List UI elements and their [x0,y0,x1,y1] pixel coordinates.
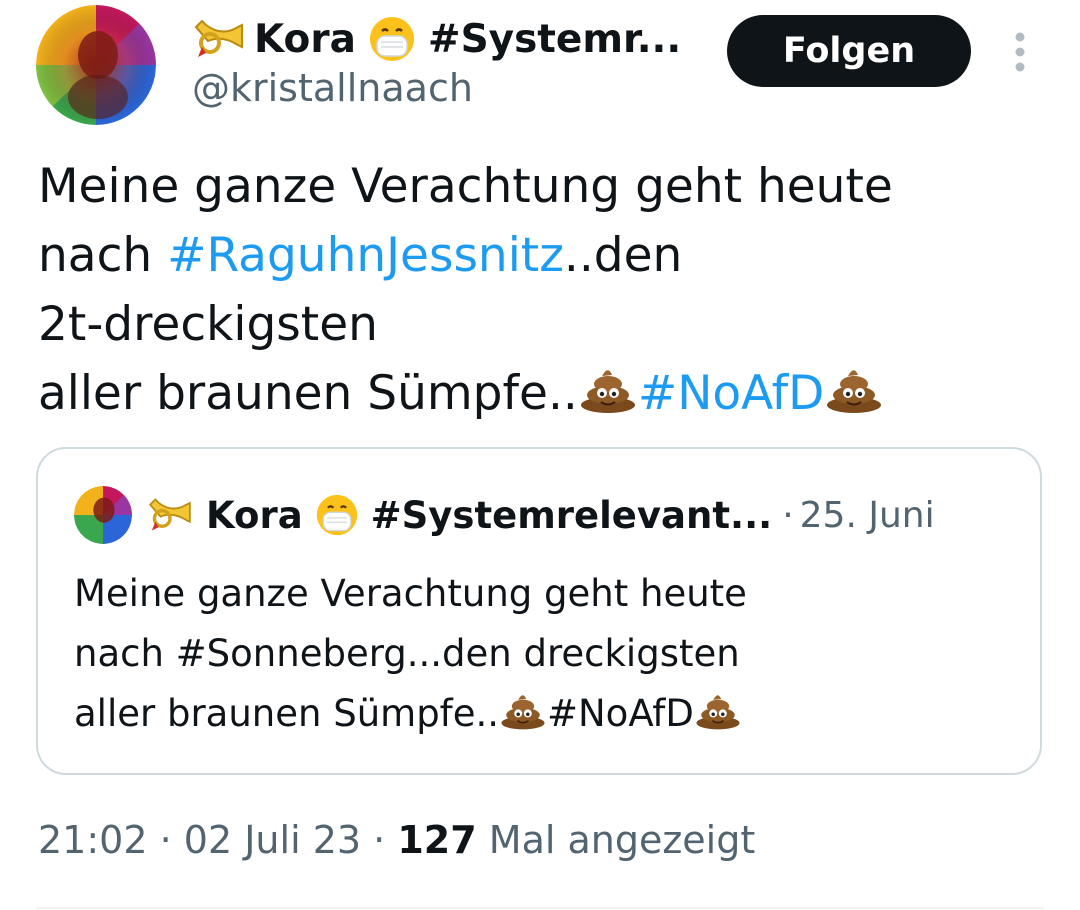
tweet-meta: 21:02 · 02 Juli 23 · 127 Mal angezeigt [38,818,755,862]
pile-of-poo-emoji-icon [501,695,545,730]
quoted-hashtag-noafd: #NoAfD [547,692,694,735]
quoted-line-1: Meine ganze Verachtung geht heute [74,572,747,615]
tweet-date[interactable]: 02 Juli 23 [184,818,361,862]
author-display-name: Kora [254,16,356,62]
tweet-line-3: 2t-dreckigsten [38,297,378,352]
mask-face-emoji-icon [316,494,357,536]
separator-dot: · [373,818,386,862]
tweet-text-segment: ..den [563,228,683,283]
quoted-tweet-card[interactable]: Kora #Systemrelevant... · 25. Juni Meine… [36,447,1042,775]
quoted-tweet-date[interactable]: 25. Juni [800,495,935,536]
author-avatar[interactable] [36,5,156,125]
more-options-button[interactable] [1005,30,1035,74]
tweet-text-segment: aller braunen Sümpfe.. [38,366,578,421]
author-name-row[interactable]: Kora #Systemr... [192,10,681,68]
postal-horn-icon [148,498,191,531]
mask-face-emoji-icon [369,17,414,61]
hashtag-link-noafd[interactable]: #NoAfD [638,366,825,421]
postal-horn-icon [194,19,243,57]
more-vertical-icon [1015,32,1025,72]
tweet-line-1: Meine ganze Verachtung geht heute [38,159,893,214]
quoted-author-name: Kora [206,493,303,537]
separator-dot: · [782,494,794,536]
tweet-line-2: nach #RaguhnJessnitz..den [38,221,1048,290]
follow-button[interactable]: Folgen [727,15,971,87]
hashtag-link-raguhnjessnitz[interactable]: #RaguhnJessnitz [167,228,564,283]
tweet-text: Meine ganze Verachtung geht heute nach #… [38,152,1048,428]
quoted-line-3: aller braunen Sümpfe.. #NoAfD [74,684,747,744]
rainbow-avatar-icon [36,5,156,125]
separator-dot: · [159,818,172,862]
pile-of-poo-emoji-icon [827,370,882,413]
pile-of-poo-emoji-icon [580,370,635,413]
rainbow-avatar-icon [74,486,132,544]
tweet-time[interactable]: 21:02 [38,818,148,862]
quoted-text-segment: aller braunen Sümpfe.. [74,692,499,735]
tweet-line-4: aller braunen Sümpfe.. #NoAfD [38,359,1048,428]
quoted-line-2: nach #Sonneberg...den dreckigsten [74,632,740,675]
quoted-tweet-header: Kora #Systemrelevant... · 25. Juni [74,486,935,544]
quoted-author-name-hashtag: #Systemrelevant... [370,493,773,537]
author-display-name-hashtag: #Systemr... [427,16,682,62]
quoted-tweet-text: Meine ganze Verachtung geht heute nach #… [74,564,747,744]
pile-of-poo-emoji-icon [696,695,740,730]
views-label: Mal angezeigt [488,818,756,862]
tweet-text-segment: nach [38,228,168,283]
views-count: 127 [397,818,477,862]
author-handle[interactable]: @kristallnaach [192,66,473,110]
quoted-author-avatar[interactable] [74,486,132,544]
divider [36,907,1044,909]
